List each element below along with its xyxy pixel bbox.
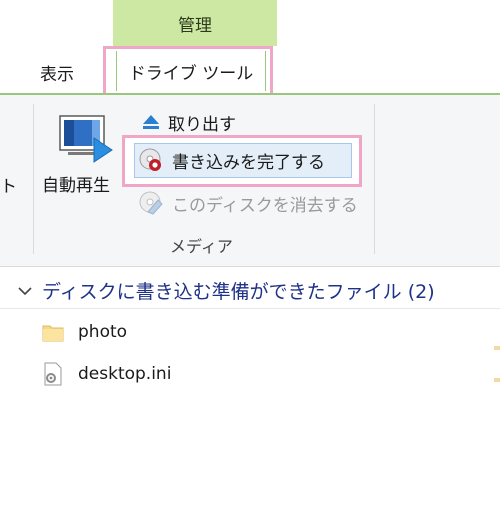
tab-view[interactable]: 表示 <box>40 60 74 85</box>
edge-mark <box>494 346 500 350</box>
folder-icon <box>42 325 64 342</box>
settings-file-icon <box>44 362 62 386</box>
file-name: desktop.ini <box>78 364 172 384</box>
eject-label: 取り出す <box>168 114 236 135</box>
tab-drive-tools-inner: ドライブ ツール <box>116 51 266 91</box>
files-ready-section-title: ディスクに書き込む準備ができたファイル (2) <box>42 281 435 303</box>
list-item[interactable]: desktop.ini <box>42 362 171 386</box>
erase-disc-button[interactable]: このディスクを消去する <box>138 189 358 217</box>
erase-disc-label: このディスクを消去する <box>172 195 358 216</box>
manage-context-label: 管理 <box>178 15 212 36</box>
group-separator <box>374 104 375 254</box>
edge-mark <box>494 378 500 382</box>
chevron-down-icon <box>18 286 32 295</box>
section-divider <box>0 308 500 309</box>
erase-disc-icon <box>139 191 163 215</box>
eject-icon <box>143 115 159 129</box>
manage-context-header: 管理 <box>113 0 277 46</box>
tab-drive-tools-label: ドライブ ツール <box>128 63 254 84</box>
burn-disc-icon <box>139 148 161 171</box>
group-separator <box>33 104 34 254</box>
finish-burning-label: 書き込みを完了する <box>172 152 325 173</box>
list-item[interactable]: photo <box>42 322 127 342</box>
autoplay-button[interactable]: 自動再生 <box>38 112 124 202</box>
finish-burning-button[interactable]: 書き込みを完了する <box>138 146 325 174</box>
tab-drive-tools[interactable]: ドライブ ツール <box>103 46 273 96</box>
eject-button[interactable]: 取り出す <box>142 109 236 135</box>
file-name: photo <box>78 322 128 342</box>
autoplay-icon <box>59 115 113 163</box>
media-group-label: メディア <box>170 237 233 256</box>
truncated-command-label[interactable]: ト <box>0 172 17 197</box>
files-ready-section-header[interactable]: ディスクに書き込む準備ができたファイル (2) <box>18 277 435 304</box>
autoplay-label: 自動再生 <box>42 176 110 196</box>
